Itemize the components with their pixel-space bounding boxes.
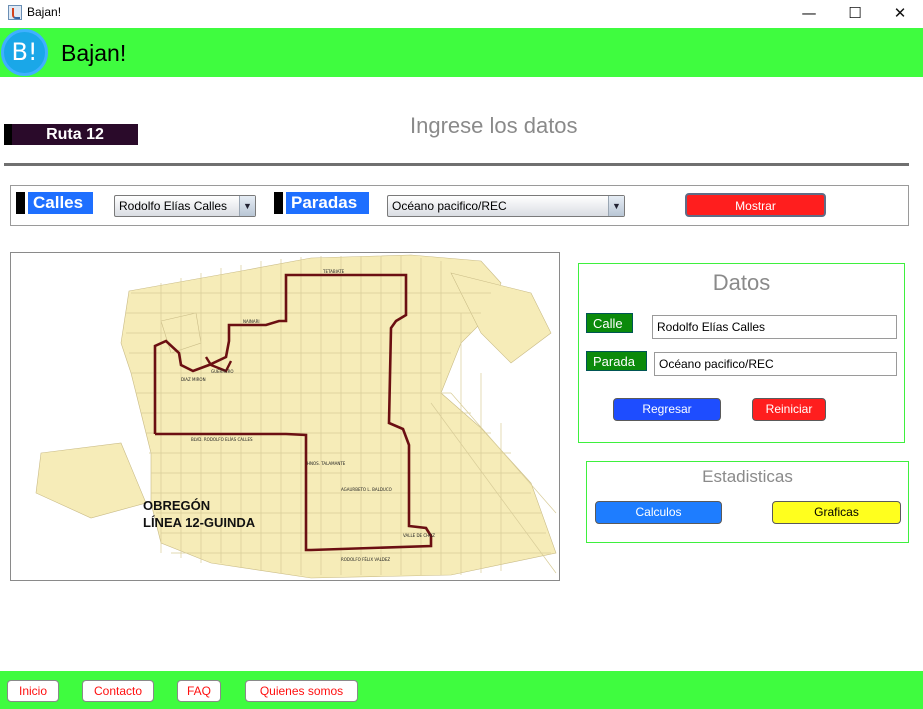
filter-bar: Calles Rodolfo Elías Calles ▼ Paradas Oc… — [10, 185, 909, 226]
divider — [4, 163, 909, 166]
app-logo: B! — [1, 29, 48, 76]
svg-text:DIAZ MIRON: DIAZ MIRON — [181, 377, 206, 382]
paradas-label: Paradas — [274, 192, 369, 214]
svg-text:VALLE DE CHOZ: VALLE DE CHOZ — [403, 533, 435, 538]
chevron-down-icon[interactable]: ▼ — [239, 196, 255, 216]
stats-panel: Estadisticas Calculos Graficas — [586, 461, 909, 543]
minimize-button[interactable]: — — [786, 0, 832, 26]
calculations-button[interactable]: Calculos — [595, 501, 722, 524]
window-title: Bajan! — [27, 5, 62, 19]
calle-field[interactable]: Rodolfo Elías Calles — [652, 315, 897, 339]
route-map: TETABIATE NAINARI BLVD. RODOLFO ELÍAS CA… — [10, 252, 560, 581]
reset-button[interactable]: Reiniciar — [752, 398, 826, 421]
app-header: B! Bajan! — [0, 28, 923, 77]
nav-contacto-button[interactable]: Contacto — [82, 680, 154, 702]
close-button[interactable]: ✕ — [877, 0, 923, 26]
java-icon — [8, 5, 22, 20]
chevron-down-icon[interactable]: ▼ — [608, 196, 624, 216]
charts-button[interactable]: Graficas — [772, 501, 901, 524]
map-caption-line1: OBREGÓN — [143, 498, 211, 513]
nav-inicio-button[interactable]: Inicio — [7, 680, 59, 702]
svg-text:AGAURBETO L. BALDUCO: AGAURBETO L. BALDUCO — [341, 487, 392, 492]
parada-field[interactable]: Océano pacifico/REC — [654, 352, 897, 376]
datos-panel: Datos Calle Rodolfo Elías Calles Parada … — [578, 263, 905, 443]
app-name: Bajan! — [61, 40, 127, 66]
calle-select[interactable]: Rodolfo Elías Calles ▼ — [114, 195, 256, 217]
app-window: Bajan! — ☐ ✕ B! Bajan! Ruta 12 Ingrese l… — [0, 0, 923, 709]
title-bar: Bajan! — ☐ ✕ — [0, 0, 923, 26]
nav-quienes-somos-button[interactable]: Quienes somos — [245, 680, 358, 702]
datos-title: Datos — [712, 270, 771, 295]
stats-title: Estadisticas — [702, 467, 793, 486]
parada-select-value: Océano pacifico/REC — [392, 199, 507, 213]
page-heading: Ingrese los datos — [410, 113, 578, 138]
svg-text:RODOLFO FÉLIX VALDEZ: RODOLFO FÉLIX VALDEZ — [341, 557, 390, 562]
route-label-text: Ruta 12 — [46, 126, 104, 143]
map-caption: OBREGÓN LÍNEA 12-GUINDA — [143, 497, 255, 531]
map-image: TETABIATE NAINARI BLVD. RODOLFO ELÍAS CA… — [11, 253, 559, 580]
route-label: Ruta 12 — [4, 124, 138, 145]
svg-text:TETABIATE: TETABIATE — [322, 269, 345, 274]
maximize-button[interactable]: ☐ — [832, 0, 878, 26]
parada-field-label: Parada — [586, 351, 647, 371]
calle-field-label: Calle — [586, 313, 633, 333]
nav-faq-button[interactable]: FAQ — [177, 680, 221, 702]
show-button[interactable]: Mostrar — [685, 193, 826, 217]
footer-nav: Inicio Contacto FAQ Quienes somos — [0, 671, 923, 709]
parada-select[interactable]: Océano pacifico/REC ▼ — [387, 195, 625, 217]
back-button[interactable]: Regresar — [613, 398, 721, 421]
svg-text:BLVD. RODOLFO ELÍAS CALLES: BLVD. RODOLFO ELÍAS CALLES — [191, 437, 253, 442]
svg-text:HNOS. TALAMANTE: HNOS. TALAMANTE — [307, 461, 346, 466]
svg-text:NAINARI: NAINARI — [243, 319, 260, 324]
calles-label: Calles — [16, 192, 93, 214]
map-caption-line2: LÍNEA 12-GUINDA — [143, 515, 256, 530]
svg-text:GUERRERO: GUERRERO — [211, 369, 234, 374]
calle-select-value: Rodolfo Elías Calles — [119, 199, 228, 213]
